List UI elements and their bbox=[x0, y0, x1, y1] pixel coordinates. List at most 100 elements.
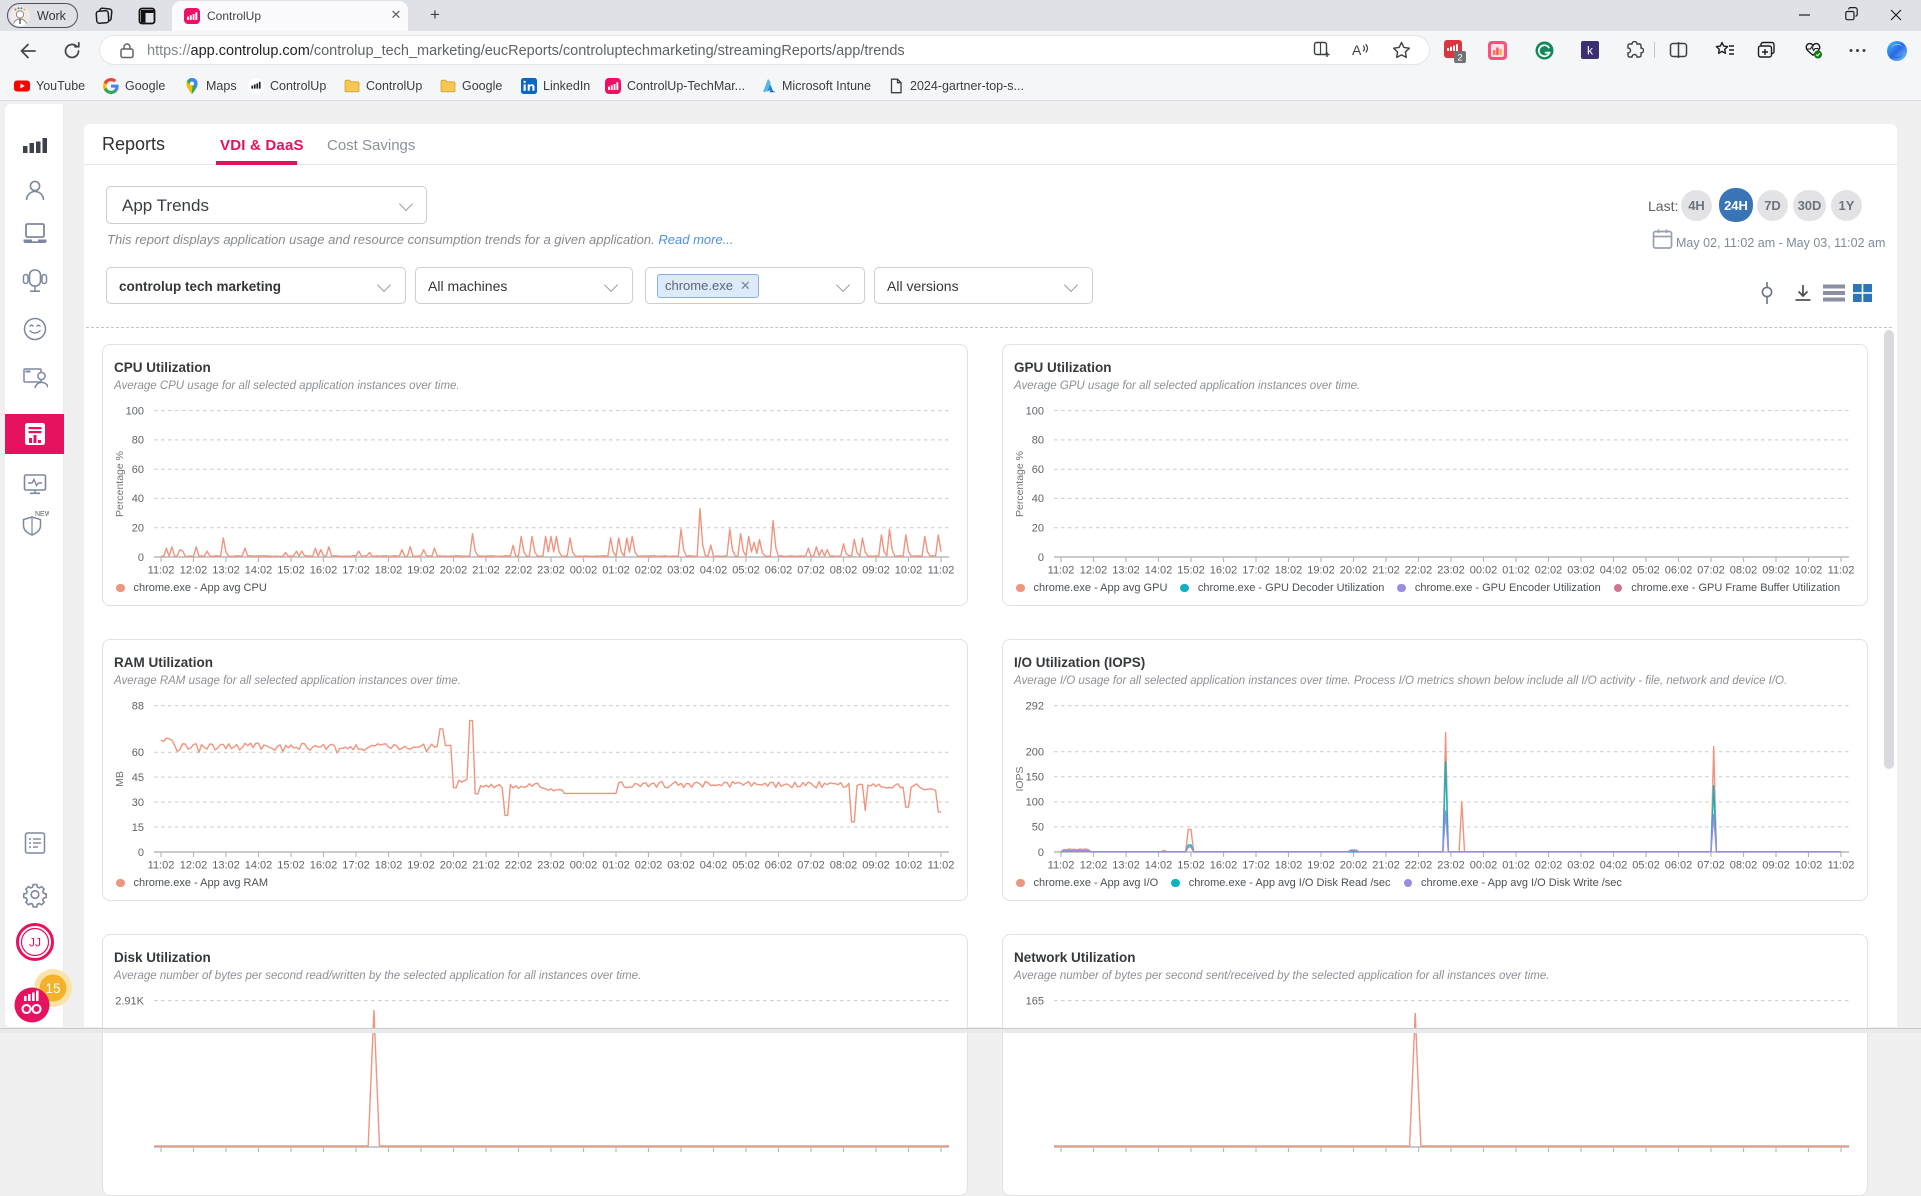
svg-text:02:02: 02:02 bbox=[635, 565, 663, 577]
svg-text:05:02: 05:02 bbox=[1632, 860, 1660, 872]
svg-text:18:02: 18:02 bbox=[375, 565, 403, 577]
svg-text:15:02: 15:02 bbox=[277, 565, 305, 577]
svg-text:06:02: 06:02 bbox=[765, 860, 793, 872]
svg-text:11:02: 11:02 bbox=[1048, 565, 1075, 577]
svg-text:01:02: 01:02 bbox=[602, 860, 630, 872]
svg-text:09:02: 09:02 bbox=[1762, 860, 1790, 872]
svg-text:14:02: 14:02 bbox=[1145, 565, 1173, 577]
svg-text:11:02: 11:02 bbox=[148, 860, 175, 872]
svg-text:100: 100 bbox=[126, 405, 144, 417]
svg-text:150: 150 bbox=[1026, 772, 1044, 784]
svg-text:21:02: 21:02 bbox=[1372, 565, 1400, 577]
svg-text:14:02: 14:02 bbox=[245, 860, 273, 872]
svg-text:06:02: 06:02 bbox=[1665, 565, 1693, 577]
svg-text:04:02: 04:02 bbox=[1600, 860, 1628, 872]
svg-text:20:02: 20:02 bbox=[1340, 860, 1368, 872]
svg-text:21:02: 21:02 bbox=[472, 860, 500, 872]
svg-text:23:02: 23:02 bbox=[1437, 860, 1465, 872]
svg-text:13:02: 13:02 bbox=[1112, 565, 1140, 577]
svg-text:04:02: 04:02 bbox=[1600, 565, 1628, 577]
svg-text:200: 200 bbox=[1026, 747, 1044, 759]
svg-text:14:02: 14:02 bbox=[1145, 860, 1173, 872]
svg-text:11:02: 11:02 bbox=[148, 565, 175, 577]
svg-text:02:02: 02:02 bbox=[1535, 860, 1563, 872]
svg-text:IOPS: IOPS bbox=[1014, 766, 1026, 791]
svg-text:19:02: 19:02 bbox=[1307, 565, 1335, 577]
svg-text:13:02: 13:02 bbox=[212, 860, 240, 872]
svg-text:09:02: 09:02 bbox=[862, 565, 890, 577]
svg-text:04:02: 04:02 bbox=[700, 565, 728, 577]
svg-text:21:02: 21:02 bbox=[1372, 860, 1400, 872]
svg-text:13:02: 13:02 bbox=[1112, 860, 1140, 872]
svg-text:15: 15 bbox=[45, 981, 60, 996]
svg-text:17:02: 17:02 bbox=[1242, 860, 1270, 872]
svg-text:15:02: 15:02 bbox=[277, 860, 305, 872]
svg-text:03:02: 03:02 bbox=[1567, 860, 1595, 872]
svg-text:100: 100 bbox=[1026, 405, 1044, 417]
svg-text:10:02: 10:02 bbox=[895, 565, 923, 577]
svg-text:00:02: 00:02 bbox=[1470, 565, 1498, 577]
svg-text:08:02: 08:02 bbox=[1730, 565, 1758, 577]
svg-text:14:02: 14:02 bbox=[245, 565, 273, 577]
svg-text:23:02: 23:02 bbox=[537, 860, 565, 872]
svg-text:100: 100 bbox=[1026, 797, 1044, 809]
svg-text:05:02: 05:02 bbox=[732, 565, 760, 577]
svg-text:12:02: 12:02 bbox=[1080, 565, 1108, 577]
svg-text:09:02: 09:02 bbox=[1762, 565, 1790, 577]
svg-text:06:02: 06:02 bbox=[765, 565, 793, 577]
svg-text:08:02: 08:02 bbox=[830, 860, 858, 872]
svg-text:08:02: 08:02 bbox=[1730, 860, 1758, 872]
svg-text:Percentage %: Percentage % bbox=[114, 451, 126, 517]
svg-text:10:02: 10:02 bbox=[1795, 860, 1823, 872]
svg-text:01:02: 01:02 bbox=[1502, 565, 1530, 577]
svg-text:11:02: 11:02 bbox=[1048, 860, 1075, 872]
svg-text:20:02: 20:02 bbox=[440, 860, 468, 872]
svg-text:0: 0 bbox=[138, 552, 144, 564]
svg-text:0: 0 bbox=[1038, 552, 1044, 564]
svg-text:06:02: 06:02 bbox=[1665, 860, 1693, 872]
svg-text:JJ: JJ bbox=[29, 936, 41, 950]
svg-text:11:02: 11:02 bbox=[1828, 565, 1855, 577]
svg-text:16:02: 16:02 bbox=[1210, 565, 1238, 577]
svg-text:03:02: 03:02 bbox=[1567, 565, 1595, 577]
svg-text:00:02: 00:02 bbox=[570, 565, 598, 577]
svg-text:02:02: 02:02 bbox=[1535, 565, 1563, 577]
svg-text:80: 80 bbox=[132, 435, 144, 447]
svg-text:20: 20 bbox=[132, 523, 144, 535]
svg-text:MB: MB bbox=[114, 771, 126, 787]
svg-text:07:02: 07:02 bbox=[1697, 565, 1725, 577]
svg-text:03:02: 03:02 bbox=[667, 565, 695, 577]
svg-text:17:02: 17:02 bbox=[342, 860, 370, 872]
svg-text:22:02: 22:02 bbox=[1405, 565, 1433, 577]
svg-text:2.91K: 2.91K bbox=[115, 995, 144, 1007]
svg-text:A: A bbox=[1352, 42, 1362, 58]
svg-text:18:02: 18:02 bbox=[375, 860, 403, 872]
svg-text:60: 60 bbox=[1032, 464, 1044, 476]
svg-text:292: 292 bbox=[1026, 700, 1044, 712]
svg-text:09:02: 09:02 bbox=[862, 860, 890, 872]
svg-text:23:02: 23:02 bbox=[1437, 565, 1465, 577]
svg-text:0: 0 bbox=[1038, 847, 1044, 859]
svg-text:10:02: 10:02 bbox=[1795, 565, 1823, 577]
svg-text:17:02: 17:02 bbox=[342, 565, 370, 577]
svg-text:2: 2 bbox=[1457, 53, 1462, 64]
svg-text:19:02: 19:02 bbox=[1307, 860, 1335, 872]
svg-text:80: 80 bbox=[1032, 435, 1044, 447]
svg-text:60: 60 bbox=[132, 464, 144, 476]
svg-text:k: k bbox=[1587, 44, 1594, 58]
svg-text:12:02: 12:02 bbox=[180, 565, 208, 577]
svg-text:50: 50 bbox=[1032, 822, 1044, 834]
svg-text:18:02: 18:02 bbox=[1275, 565, 1303, 577]
svg-text:45: 45 bbox=[132, 772, 144, 784]
svg-text:21:02: 21:02 bbox=[472, 565, 500, 577]
svg-text:30: 30 bbox=[132, 797, 144, 809]
svg-text:23:02: 23:02 bbox=[537, 565, 565, 577]
svg-text:17:02: 17:02 bbox=[1242, 565, 1270, 577]
svg-text:22:02: 22:02 bbox=[505, 565, 533, 577]
svg-text:03:02: 03:02 bbox=[667, 860, 695, 872]
svg-text:05:02: 05:02 bbox=[732, 860, 760, 872]
svg-text:11:02: 11:02 bbox=[928, 565, 955, 577]
svg-text:01:02: 01:02 bbox=[602, 565, 630, 577]
svg-text:15:02: 15:02 bbox=[1177, 565, 1205, 577]
svg-text:08:02: 08:02 bbox=[830, 565, 858, 577]
